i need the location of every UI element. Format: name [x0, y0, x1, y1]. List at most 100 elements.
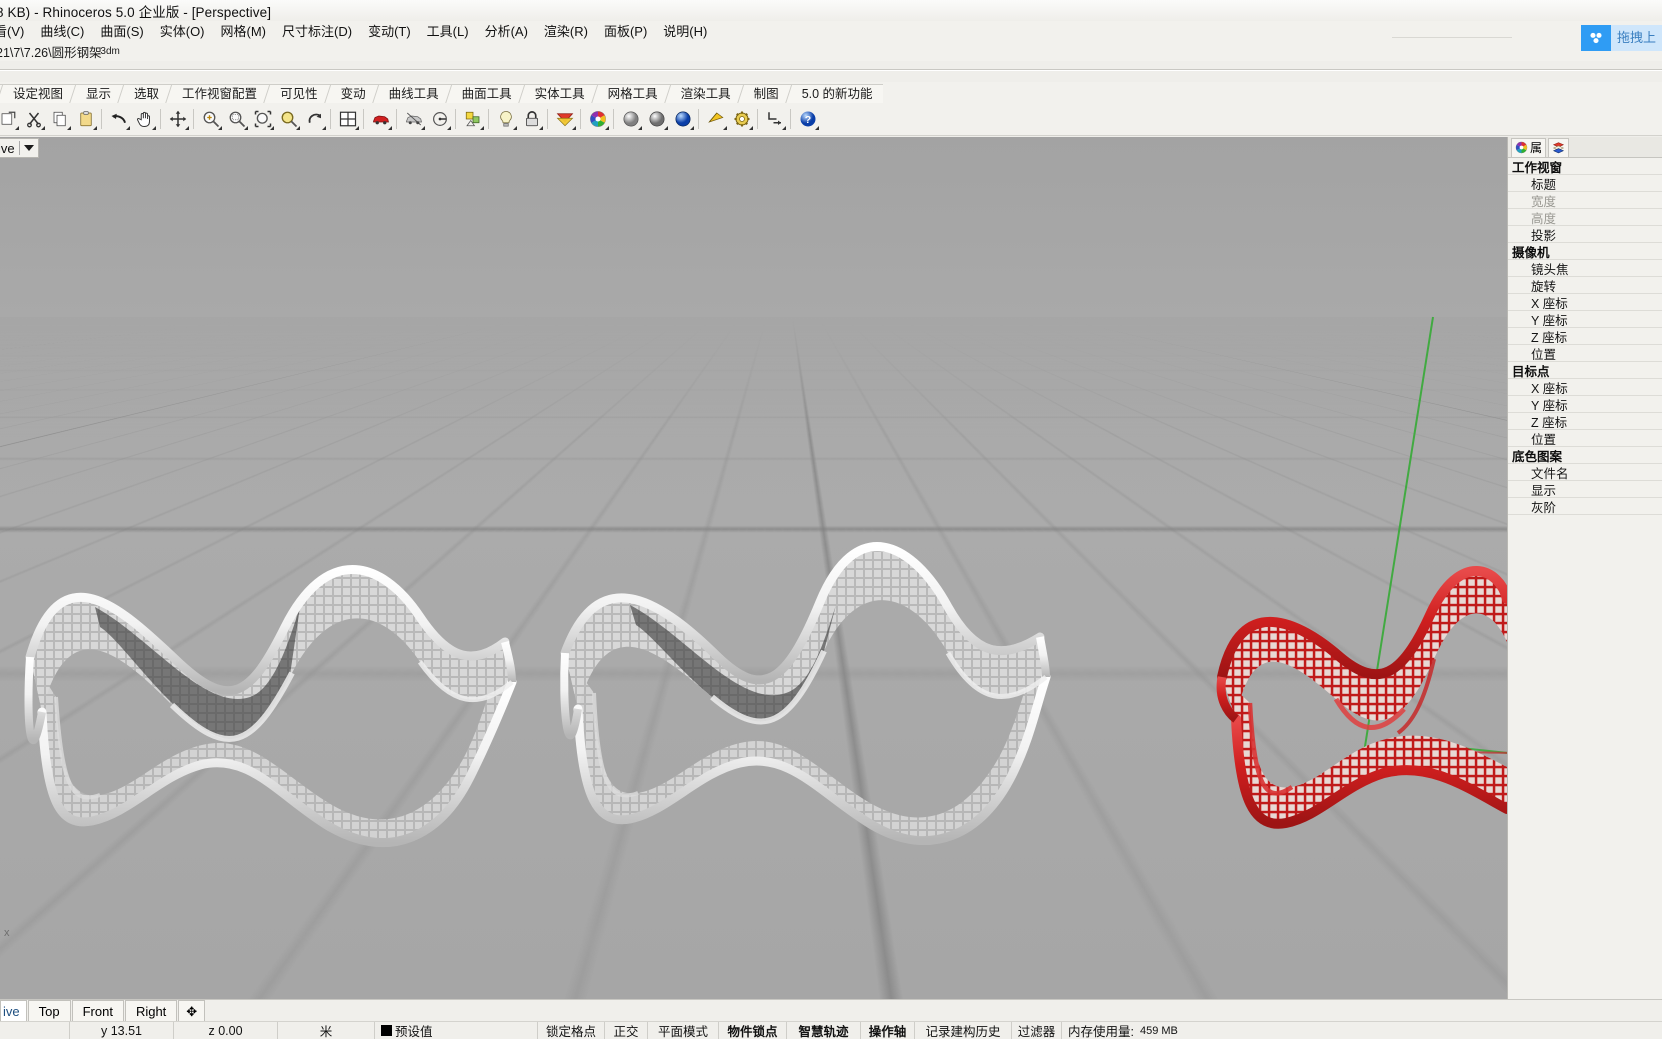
prop-target-y[interactable]: Y 座标: [1508, 396, 1662, 413]
chevron-down-icon[interactable]: [24, 145, 34, 151]
move-arrows-icon[interactable]: [166, 107, 190, 131]
menu-solid[interactable]: 实体(O): [152, 20, 213, 42]
properties-panel[interactable]: 属 工作视窗 标题 宽度 高度 投影 摄像机 镜头焦 旋转 X 座标 Y 座标 Z 座标 位置 目标点 X…: [1507, 137, 1662, 999]
sun-angle-icon[interactable]: [428, 107, 452, 131]
copy-icon[interactable]: [48, 107, 72, 131]
menu-transform[interactable]: 变动(T): [360, 20, 419, 42]
help-icon[interactable]: ?: [796, 107, 820, 131]
render-mesh-icon[interactable]: [704, 107, 728, 131]
flyout-corner-icon[interactable]: [690, 126, 694, 130]
prop-height[interactable]: 高度: [1508, 209, 1662, 226]
flyout-corner-icon[interactable]: [270, 126, 274, 130]
view-tab-front[interactable]: Front: [72, 1000, 124, 1021]
flyout-corner-icon[interactable]: [480, 126, 484, 130]
tab-display[interactable]: 显示: [73, 84, 121, 103]
prop-target-z[interactable]: Z 座标: [1508, 413, 1662, 430]
rotate-view-icon[interactable]: [303, 107, 327, 131]
menu-view[interactable]: 看(V): [0, 20, 32, 42]
flyout-corner-icon[interactable]: [185, 126, 189, 130]
prop-title[interactable]: 标题: [1508, 175, 1662, 192]
flyout-corner-icon[interactable]: [723, 126, 727, 130]
prop-filename[interactable]: 文件名: [1508, 464, 1662, 481]
zoom-window-icon[interactable]: [225, 107, 249, 131]
flyout-corner-icon[interactable]: [218, 126, 222, 130]
flyout-corner-icon[interactable]: [421, 126, 425, 130]
blue-sphere-icon[interactable]: [671, 107, 695, 131]
properties-tab[interactable]: 属: [1511, 138, 1546, 157]
options-gear-icon[interactable]: [730, 107, 754, 131]
new-from-template-icon[interactable]: [0, 107, 20, 131]
view-tab-right[interactable]: Right: [125, 1000, 177, 1021]
flyout-corner-icon[interactable]: [815, 126, 819, 130]
object-properties-icon[interactable]: [461, 107, 485, 131]
undo-arrow-icon[interactable]: [107, 107, 131, 131]
perspective-viewport[interactable]: x: [0, 137, 1507, 999]
zoom-extents-icon[interactable]: [251, 107, 275, 131]
flyout-corner-icon[interactable]: [41, 126, 45, 130]
four-viewport-icon[interactable]: [336, 107, 360, 131]
flyout-corner-icon[interactable]: [539, 126, 543, 130]
status-ortho[interactable]: 正交: [605, 1022, 648, 1039]
status-planar[interactable]: 平面模式: [648, 1022, 719, 1039]
viewport-title-tab[interactable]: ive: [0, 138, 39, 158]
menu-surface[interactable]: 曲面(S): [92, 20, 151, 42]
tab-viewport-layout[interactable]: 工作视窗配置: [169, 84, 267, 103]
layer-color-swatch[interactable]: [381, 1025, 392, 1036]
prop-target-location[interactable]: 位置: [1508, 430, 1662, 447]
flyout-corner-icon[interactable]: [638, 126, 642, 130]
status-osnap[interactable]: 物件锁点: [719, 1022, 787, 1039]
baidu-upload-label[interactable]: 拖拽上: [1611, 25, 1662, 51]
cut-scissors-icon[interactable]: [22, 107, 46, 131]
flyout-corner-icon[interactable]: [355, 126, 359, 130]
layer-color-icon[interactable]: [553, 107, 577, 131]
tab-set-view[interactable]: 设定视图: [0, 84, 73, 103]
tab-curve-tools[interactable]: 曲线工具: [376, 84, 449, 103]
tab-solid-tools[interactable]: 实体工具: [522, 84, 595, 103]
render-car-icon[interactable]: [369, 107, 393, 131]
status-filter[interactable]: 过滤器: [1012, 1022, 1062, 1039]
prop-grayscale[interactable]: 灰阶: [1508, 498, 1662, 515]
menu-mesh[interactable]: 网格(M): [213, 20, 275, 42]
view-tab-perspective[interactable]: ive: [0, 1000, 27, 1021]
status-smarttrack[interactable]: 智慧轨迹: [787, 1022, 861, 1039]
view-tab-add[interactable]: ✥: [178, 1000, 205, 1021]
flyout-corner-icon[interactable]: [152, 126, 156, 130]
light-bulb-icon[interactable]: [494, 107, 518, 131]
menu-help[interactable]: 说明(H): [655, 20, 715, 42]
status-current-layer[interactable]: 预设值: [375, 1022, 538, 1039]
flyout-corner-icon[interactable]: [93, 126, 97, 130]
baidu-upload-widget[interactable]: 拖拽上: [1581, 25, 1662, 51]
flyout-corner-icon[interactable]: [605, 126, 609, 130]
pan-hand-icon[interactable]: [133, 107, 157, 131]
status-record-history[interactable]: 记录建构历史: [915, 1022, 1012, 1039]
menu-panels[interactable]: 面板(P): [596, 20, 655, 42]
tab-drafting[interactable]: 制图: [741, 84, 789, 103]
tab-render-tools[interactable]: 渲染工具: [668, 84, 741, 103]
rendered-sphere-icon[interactable]: [645, 107, 669, 131]
color-wheel-icon[interactable]: [586, 107, 610, 131]
tab-surface-tools[interactable]: 曲面工具: [449, 84, 522, 103]
flyout-corner-icon[interactable]: [664, 126, 668, 130]
layers-tab[interactable]: [1548, 138, 1569, 157]
lock-icon[interactable]: [520, 107, 544, 131]
menu-dimension[interactable]: 尺寸标注(D): [274, 20, 360, 42]
menu-tools[interactable]: 工具(L): [419, 20, 477, 42]
tab-whats-new-50[interactable]: 5.0 的新功能: [789, 84, 883, 103]
prop-camera-x[interactable]: X 座标: [1508, 294, 1662, 311]
status-gumball[interactable]: 操作轴: [861, 1022, 915, 1039]
flyout-corner-icon[interactable]: [244, 126, 248, 130]
prop-show[interactable]: 显示: [1508, 481, 1662, 498]
prop-width[interactable]: 宽度: [1508, 192, 1662, 209]
render-preview-icon[interactable]: [402, 107, 426, 131]
tab-transform[interactable]: 变动: [328, 84, 376, 103]
tab-mesh-tools[interactable]: 网格工具: [595, 84, 668, 103]
flyout-corner-icon[interactable]: [296, 126, 300, 130]
prop-projection[interactable]: 投影: [1508, 226, 1662, 243]
status-grid-snap[interactable]: 锁定格点: [538, 1022, 605, 1039]
flyout-corner-icon[interactable]: [67, 126, 71, 130]
flyout-corner-icon[interactable]: [15, 126, 19, 130]
prop-rotation[interactable]: 旋转: [1508, 277, 1662, 294]
paste-clipboard-icon[interactable]: [74, 107, 98, 131]
flyout-corner-icon[interactable]: [782, 126, 786, 130]
prop-camera-z[interactable]: Z 座标: [1508, 328, 1662, 345]
